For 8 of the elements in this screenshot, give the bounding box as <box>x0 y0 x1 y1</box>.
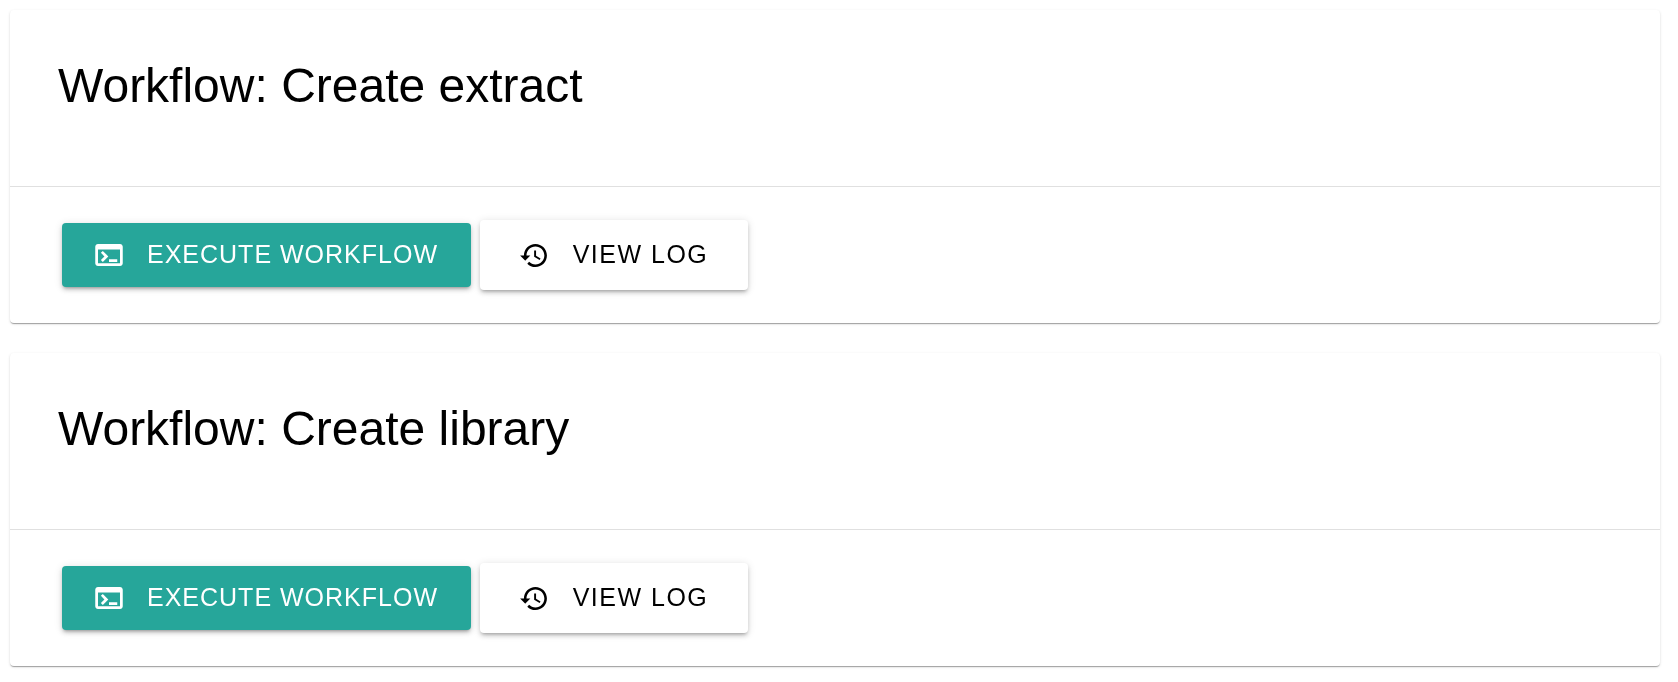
terminal-icon <box>95 244 123 266</box>
view-log-button[interactable]: VIEW LOG <box>480 563 748 633</box>
workflow-title: Workflow: Create extract <box>58 58 583 114</box>
view-log-button[interactable]: VIEW LOG <box>480 220 748 290</box>
history-icon <box>519 586 547 610</box>
history-icon <box>519 243 547 267</box>
terminal-icon <box>95 587 123 609</box>
workflow-title: Workflow: Create library <box>58 401 570 457</box>
